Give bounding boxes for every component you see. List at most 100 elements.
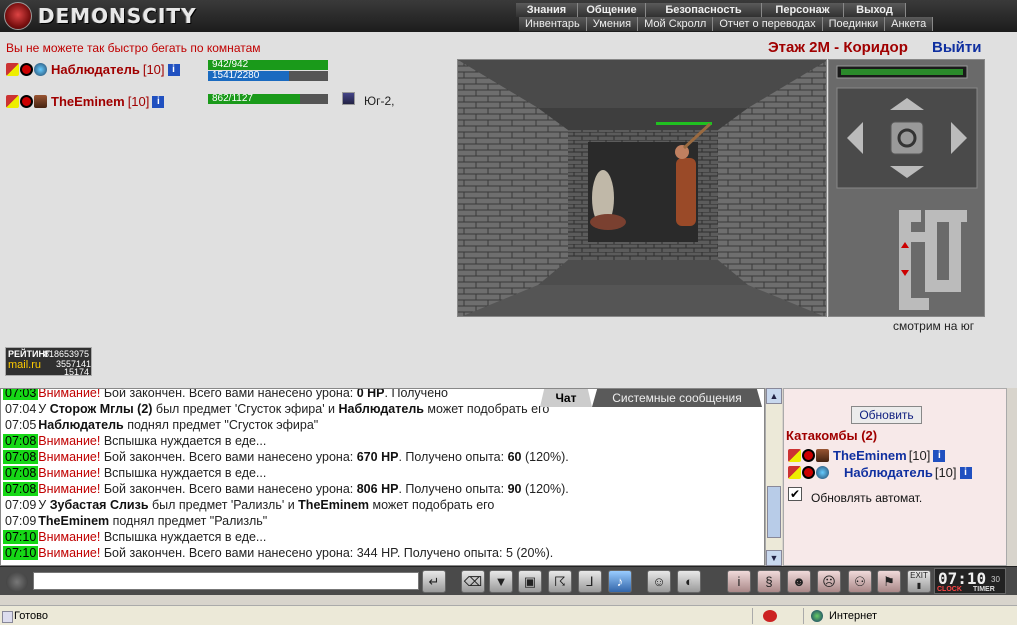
- nav-knowledge[interactable]: Знания: [516, 3, 578, 17]
- mask-icon[interactable]: ☻: [787, 570, 811, 593]
- message-highlight: TheEminem: [38, 514, 110, 528]
- chat-message: 07:05 Наблюдатель поднял предмет "Сгусток…: [3, 418, 318, 434]
- message-highlight: Наблюдатель: [38, 418, 124, 432]
- message-text: Бой закончен. Всего вами нанесено урона:: [100, 546, 357, 560]
- room-player-name[interactable]: Наблюдатель: [844, 465, 933, 480]
- view-direction: смотрим на юг: [893, 319, 975, 333]
- auto-refresh-checkbox[interactable]: ✔: [788, 487, 802, 501]
- main-area: Вы не можете так быстро бегать по комнат…: [0, 32, 1017, 388]
- info-icon[interactable]: i: [167, 63, 180, 76]
- info-icon[interactable]: i: [152, 95, 165, 108]
- dungeon-view[interactable]: [457, 59, 827, 317]
- divider: [752, 608, 753, 624]
- helmet-icon[interactable]: ◐: [677, 570, 701, 593]
- exit-button[interactable]: EXIT ▮: [907, 570, 931, 593]
- tab-system-messages[interactable]: Системные сообщения: [592, 389, 762, 407]
- face-icon[interactable]: ☹: [817, 570, 841, 593]
- message-time[interactable]: 07:08: [3, 434, 39, 448]
- chat-log[interactable]: 07:03 Внимание! Бой закончен. Всего вами …: [0, 388, 765, 566]
- info-icon[interactable]: i: [959, 466, 972, 479]
- message-time[interactable]: 07:09: [3, 514, 38, 528]
- message-time[interactable]: 07:09: [3, 498, 38, 512]
- scroll-down-button[interactable]: ▼: [766, 550, 782, 566]
- message-highlight: 60: [507, 450, 522, 464]
- speaker-icon[interactable]: [6, 572, 28, 592]
- rating-counter[interactable]: РЕЙТИНГ 818653975 mail.ru 3557141 15174: [5, 347, 92, 377]
- translit-icon[interactable]: ⅃: [578, 570, 602, 593]
- direction-text: Юг-2,: [364, 94, 395, 108]
- send-icon[interactable]: ↵: [422, 570, 446, 593]
- message-time[interactable]: 07:08: [3, 466, 39, 480]
- music-icon[interactable]: ♪: [608, 570, 632, 593]
- info-icon[interactable]: i: [933, 449, 946, 462]
- message-text: . Получено опыта:: [396, 546, 506, 560]
- message-highlight: 90: [507, 482, 522, 496]
- bottom-toolbar: ↵ ⌫ ▼ ▣ ☈ ⅃ ♪ ☺ ◐ i § ☻ ☹ ⚇ ⚑ EXIT ▮ 07:1…: [0, 566, 1017, 595]
- message-alert: Внимание!: [38, 388, 101, 400]
- message-time[interactable]: 07:08: [3, 450, 39, 464]
- smiley-icon[interactable]: ☺: [647, 570, 671, 593]
- message-time[interactable]: 07:04: [3, 402, 38, 416]
- clock-label[interactable]: CLOCK: [937, 586, 962, 593]
- group-icon[interactable]: ⚇: [848, 570, 872, 593]
- nav-character[interactable]: Персонаж: [762, 3, 844, 17]
- message-text: поднял предмет "Сгусток эфира": [123, 418, 319, 432]
- logo: DEMONSCITY: [4, 2, 197, 30]
- info-person-icon[interactable]: i: [727, 570, 751, 593]
- message-time[interactable]: 07:08: [3, 482, 39, 496]
- nav-profile[interactable]: Анкета: [885, 17, 934, 31]
- room-title: Катакомбы (2): [786, 428, 878, 443]
- nav-skills[interactable]: Умения: [586, 17, 639, 31]
- popup-blocked-icon[interactable]: [763, 610, 777, 622]
- walk-icon[interactable]: ☈: [548, 570, 572, 593]
- clan-flag-icon: [788, 466, 801, 479]
- message-time[interactable]: 07:03: [3, 389, 39, 400]
- nav-my-scroll[interactable]: Мой Скролл: [638, 17, 714, 31]
- nav-inventory[interactable]: Инвентарь: [519, 17, 587, 31]
- room-player: Наблюдатель [10] i: [788, 465, 972, 480]
- timer-label[interactable]: TIMER: [973, 586, 995, 593]
- security-zone-text: Интернет: [829, 610, 877, 622]
- chat-input[interactable]: [33, 572, 419, 590]
- status-text: Готово: [2, 610, 48, 623]
- eraser-icon[interactable]: ⌫: [461, 570, 485, 593]
- save-log-icon[interactable]: ▣: [518, 570, 542, 593]
- align-icon: [802, 449, 815, 462]
- message-time[interactable]: 07:05: [3, 418, 38, 432]
- message-alert: Внимание!: [38, 450, 101, 464]
- message-text: Бой закончен. Всего вами нанесено урона:: [100, 450, 357, 464]
- message-time[interactable]: 07:10: [3, 530, 39, 544]
- tab-chat[interactable]: Чат: [540, 389, 592, 407]
- chat-scrollbar[interactable]: ▲ ▼: [765, 388, 782, 566]
- navigation-panel: [828, 59, 985, 317]
- refresh-button[interactable]: Обновить: [851, 406, 922, 424]
- message-highlight: 806 HP: [356, 482, 399, 496]
- nav-exit[interactable]: Выход: [844, 3, 906, 17]
- player-name[interactable]: Наблюдатель: [51, 62, 140, 77]
- nav-duels[interactable]: Поединки: [822, 17, 886, 31]
- room-player-name[interactable]: TheEminem: [833, 448, 907, 463]
- nav-communication[interactable]: Общение: [578, 3, 646, 17]
- player-level: [10]: [127, 94, 150, 109]
- scroll-icon[interactable]: §: [757, 570, 781, 593]
- scroll-thumb[interactable]: [767, 486, 781, 538]
- filter-icon[interactable]: ▼: [489, 570, 513, 593]
- exit-link[interactable]: Выйти: [932, 39, 981, 56]
- nav-security[interactable]: Безопасность: [646, 3, 762, 17]
- message-text: Бой закончен. Всего вами нанесено урона:: [100, 482, 357, 496]
- message-alert: Внимание!: [38, 482, 101, 496]
- refresh-view-icon[interactable]: [890, 121, 924, 155]
- divider: [803, 608, 804, 624]
- chat-message: 07:08 Внимание! Вспышка нуждается в еде..…: [3, 434, 266, 450]
- align-icon: [802, 466, 815, 479]
- message-text: (120%).: [521, 482, 569, 496]
- player-name[interactable]: TheEminem: [51, 94, 125, 109]
- chat-tabs: Чат Системные сообщения: [540, 389, 762, 407]
- weapon-icon: [816, 449, 829, 462]
- message-highlight: 670 HP: [356, 450, 399, 464]
- scroll-up-button[interactable]: ▲: [766, 388, 782, 404]
- flag-icon[interactable]: ⚑: [877, 570, 901, 593]
- nav-transfer-report[interactable]: Отчет о переводах: [713, 17, 823, 31]
- message-text: был предмет 'Сгусток эфира' и: [152, 402, 339, 416]
- message-time[interactable]: 07:10: [3, 546, 39, 560]
